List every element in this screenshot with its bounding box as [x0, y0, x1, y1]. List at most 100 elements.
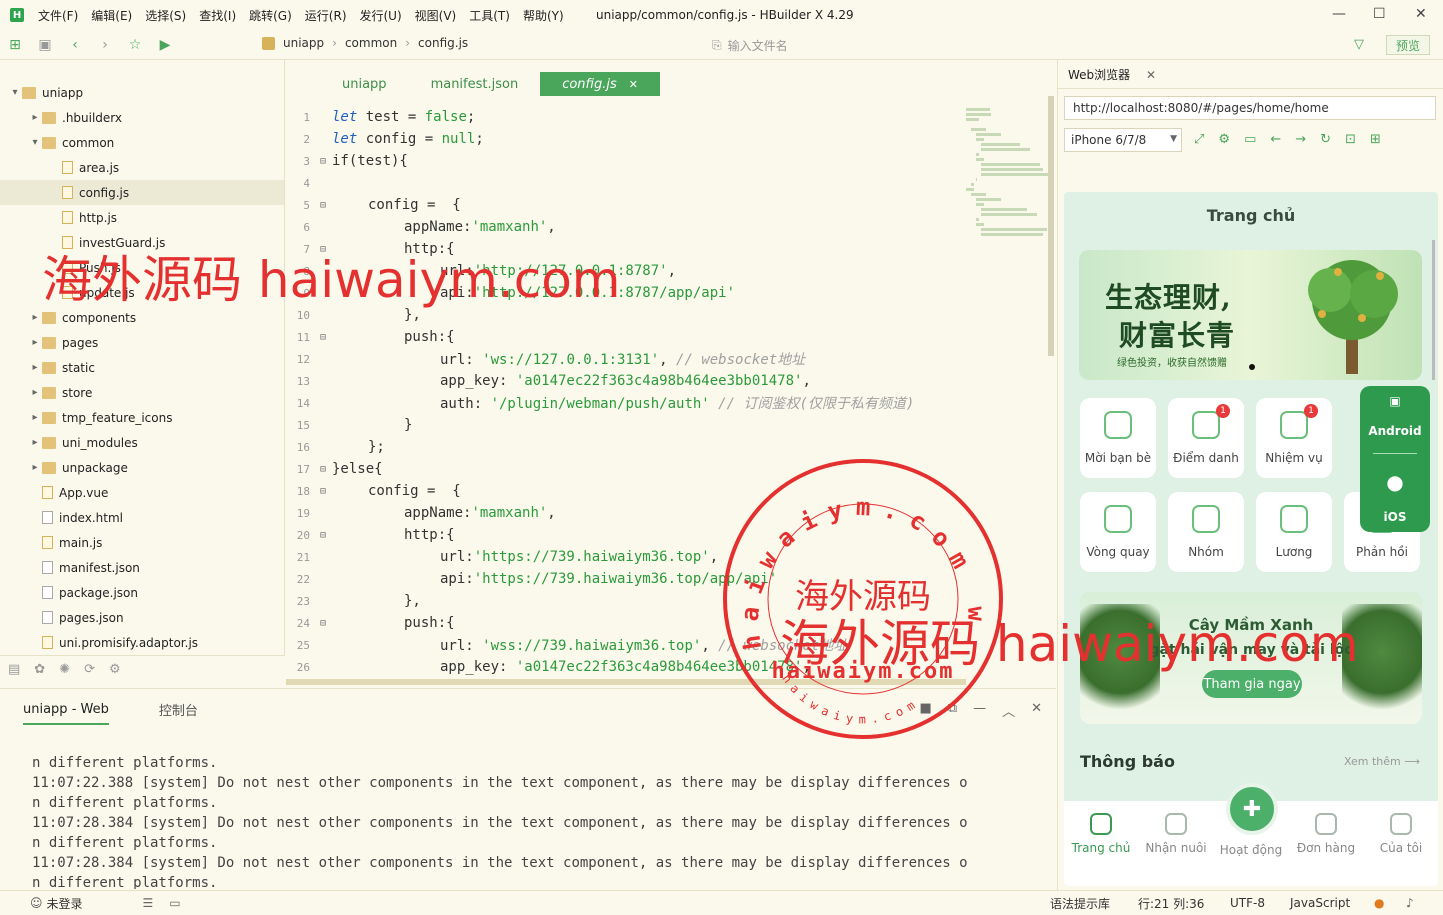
bell-icon[interactable]: ♪ — [1406, 896, 1414, 910]
tree-item[interactable]: investGuard.js — [0, 230, 284, 255]
tree-item[interactable]: http.js — [0, 205, 284, 230]
code-line[interactable]: 17 ⊟}else{ — [286, 458, 966, 480]
tree-item[interactable]: Push.js — [0, 255, 284, 280]
fold-icon[interactable]: ⊟ — [314, 530, 332, 541]
terminal-icon[interactable]: ▭ — [169, 896, 180, 910]
promo-card[interactable]: Cây Mầm Xanh gặt hái vận may và tài lộc … — [1080, 592, 1422, 724]
menu-item[interactable]: 跳转(G) — [249, 7, 292, 24]
url-input[interactable]: http://localhost:8080/#/pages/home/home — [1064, 96, 1436, 120]
phone-scrollbar[interactable] — [1432, 240, 1435, 380]
tree-item[interactable]: ▸ tmp_feature_icons — [0, 405, 284, 430]
login-status[interactable]: 未登录 — [47, 895, 83, 912]
new-file-icon[interactable]: ⊞ — [0, 37, 30, 53]
notification-icon[interactable]: ● — [1374, 896, 1384, 910]
minimize-button[interactable]: — — [1332, 6, 1346, 22]
chevron-icon[interactable]: ▸ — [28, 112, 42, 123]
editor-tab[interactable]: manifest.json — [409, 72, 541, 96]
nav-item[interactable]: Đơn hàng — [1291, 813, 1361, 855]
fold-icon[interactable]: ⊟ — [314, 200, 332, 211]
join-now-button[interactable]: Tham gia ngay — [1202, 670, 1302, 698]
devtools-icon[interactable]: ▭ — [1244, 132, 1256, 147]
feature-item[interactable]: Nhiệm vụ 1 — [1256, 398, 1332, 478]
breadcrumb-item[interactable]: common — [345, 36, 397, 50]
clear-console-icon[interactable]: ✕ — [1031, 701, 1042, 720]
menu-item[interactable]: 视图(V) — [415, 7, 457, 24]
tree-item[interactable]: area.js — [0, 155, 284, 180]
chevron-icon[interactable]: ▸ — [28, 362, 42, 373]
tree-item[interactable]: config.js — [0, 180, 284, 205]
explorer-icon[interactable]: ▤ — [8, 662, 20, 677]
feature-item[interactable]: Điểm danh 1 — [1168, 398, 1244, 478]
code-line[interactable]: 1 let test = false; — [286, 106, 966, 128]
grid-icon[interactable]: ⊞ — [1370, 132, 1381, 147]
nav-item[interactable]: Hoạt động — [1216, 843, 1286, 857]
language-mode[interactable]: JavaScript — [1290, 896, 1350, 910]
nav-item[interactable]: Trang chủ — [1066, 813, 1136, 855]
nav-item[interactable]: Nhận nuôi — [1141, 813, 1211, 855]
banner[interactable]: 生态理财, 财富长青 绿色投资，收获自然馈赠 — [1079, 250, 1422, 380]
close-window-button[interactable]: ✕ — [1415, 6, 1427, 22]
tree-item[interactable]: ▾ uniapp — [0, 80, 284, 105]
tree-item[interactable]: main.js — [0, 530, 284, 555]
minimize-panel-icon[interactable]: — — [973, 701, 986, 720]
tree-item[interactable]: ▸ store — [0, 380, 284, 405]
forward-arrow-icon[interactable]: → — [1295, 132, 1306, 147]
chevron-icon[interactable]: ▾ — [8, 87, 22, 98]
back-icon[interactable]: ‹ — [60, 37, 90, 53]
close-tab-icon[interactable]: ✕ — [629, 78, 638, 91]
code-line[interactable]: 14 auth: '/plugin/webman/push/auth' // 订阅… — [286, 392, 966, 414]
code-line[interactable]: 18 ⊟ config = { — [286, 480, 966, 502]
chevron-icon[interactable]: ▸ — [28, 462, 42, 473]
code-line[interactable]: 3 ⊟ if(test){ — [286, 150, 966, 172]
breadcrumb-item[interactable]: config.js — [418, 36, 468, 50]
device-select[interactable]: iPhone 6/7/8 ▼ — [1064, 128, 1182, 152]
code-line[interactable]: 22 api:'https://739.haiwaiym36.top/app/ap… — [286, 568, 966, 590]
code-line[interactable]: 2 let config = null; — [286, 128, 966, 150]
code-area[interactable]: 1 let test = false; 2 let config = null; 3 ⊟ i… — [286, 106, 966, 681]
menu-item[interactable]: 运行(R) — [305, 7, 347, 24]
chevron-icon[interactable]: ▸ — [28, 387, 42, 398]
fold-icon[interactable]: ⊟ — [314, 156, 332, 167]
code-line[interactable]: 23}, — [286, 590, 966, 612]
see-more-link[interactable]: Xem thêm ⟶ — [1344, 755, 1420, 768]
code-line[interactable]: 6 appName:'mamxanh', — [286, 216, 966, 238]
code-line[interactable]: 4 — [286, 172, 966, 194]
rotate-icon[interactable]: ⤢ — [1194, 132, 1204, 147]
browser-tab-close-icon[interactable]: ✕ — [1146, 68, 1156, 82]
fold-icon[interactable]: ⊟ — [314, 486, 332, 497]
fold-icon[interactable]: ⊟ — [314, 332, 332, 343]
code-line[interactable]: 25 url: 'wss://739.haiwaiym36.top', // we… — [286, 634, 966, 656]
feature-item[interactable]: Nhóm — [1168, 492, 1244, 572]
tree-item[interactable]: App.vue — [0, 480, 284, 505]
code-line[interactable]: 26 app_key: 'a0147ec22f363c4a98b464ee3bb0… — [286, 656, 966, 678]
tree-item[interactable]: ▸ uni_modules — [0, 430, 284, 455]
tree-item[interactable]: pages.json — [0, 605, 284, 630]
plugins-icon[interactable]: ✿ — [34, 662, 45, 677]
carousel-indicator[interactable] — [1249, 364, 1255, 370]
menu-item[interactable]: 帮助(Y) — [523, 7, 564, 24]
tree-item[interactable]: ▸ components — [0, 305, 284, 330]
source-control-icon[interactable]: ⟳ — [84, 662, 95, 677]
vertical-scrollbar[interactable] — [1048, 96, 1054, 356]
maximize-button[interactable]: ☐ — [1373, 6, 1386, 22]
syntax-hint[interactable]: 语法提示库 — [1050, 895, 1110, 912]
feature-item[interactable]: Vòng quay — [1080, 492, 1156, 572]
ios-label[interactable]: iOS — [1384, 510, 1407, 524]
menu-item[interactable]: 查找(I) — [199, 7, 236, 24]
code-line[interactable]: 13 app_key: 'a0147ec22f363c4a98b464ee3bb0… — [286, 370, 966, 392]
code-line[interactable]: 10}, — [286, 304, 966, 326]
browser-tab[interactable]: Web浏览器 ✕ — [1068, 66, 1156, 83]
lock-icon[interactable]: ⊡ — [1345, 132, 1356, 147]
tree-item[interactable]: ▾ common — [0, 130, 284, 155]
tree-item[interactable]: index.html — [0, 505, 284, 530]
console-tab[interactable]: uniapp - Web — [23, 702, 109, 725]
refresh-icon[interactable]: ↻ — [1320, 132, 1331, 147]
encoding[interactable]: UTF-8 — [1230, 896, 1265, 910]
code-line[interactable]: 8 url:'http://127.0.0.1:8787', — [286, 260, 966, 282]
code-line[interactable]: 15} — [286, 414, 966, 436]
menu-item[interactable]: 文件(F) — [38, 7, 78, 24]
forward-icon[interactable]: › — [90, 37, 120, 53]
back-arrow-icon[interactable]: ← — [1270, 132, 1281, 147]
debug-icon[interactable]: ✺ — [59, 662, 70, 677]
horizontal-scrollbar[interactable] — [286, 679, 966, 685]
